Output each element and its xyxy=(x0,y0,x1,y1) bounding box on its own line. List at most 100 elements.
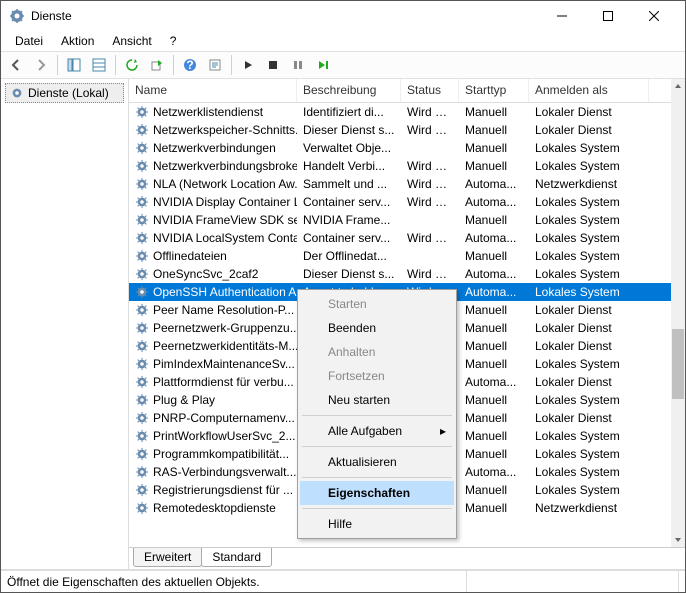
col-name[interactable]: Name xyxy=(129,79,297,102)
menu-action[interactable]: Aktion xyxy=(53,32,102,50)
cell-status: Wird au... xyxy=(401,266,459,282)
scroll-down-icon[interactable] xyxy=(671,533,685,547)
show-tree-button[interactable] xyxy=(63,54,85,76)
service-name: RAS-Verbindungsverwalt... xyxy=(153,465,296,479)
pause-service-button[interactable] xyxy=(287,54,309,76)
cell-name: RAS-Verbindungsverwalt... xyxy=(129,464,297,480)
list-view-button[interactable] xyxy=(88,54,110,76)
ctx-restart[interactable]: Neu starten xyxy=(300,388,454,412)
cell-status: Wird au... xyxy=(401,230,459,246)
menu-file[interactable]: Datei xyxy=(7,32,51,50)
export-button[interactable] xyxy=(146,54,168,76)
back-button[interactable] xyxy=(5,54,27,76)
ctx-all-tasks[interactable]: Alle Aufgaben▸ xyxy=(300,419,454,443)
cell-start: Manuell xyxy=(459,104,529,120)
cell-name: Registrierungsdienst für ... xyxy=(129,482,297,498)
table-row[interactable]: NVIDIA LocalSystem Contai...Container se… xyxy=(129,229,671,247)
stop-service-button[interactable] xyxy=(262,54,284,76)
cell-name: Netzwerklistendienst xyxy=(129,104,297,120)
ctx-resume[interactable]: Fortsetzen xyxy=(300,364,454,388)
ctx-properties[interactable]: Eigenschaften xyxy=(300,481,454,505)
menu-view[interactable]: Ansicht xyxy=(104,32,159,50)
gear-icon xyxy=(135,303,149,317)
cell-status xyxy=(401,255,459,257)
content-area: Dienste (Lokal) Name Beschreibung Status… xyxy=(1,79,685,570)
cell-logon: Lokaler Dienst xyxy=(529,374,649,390)
ctx-all-tasks-label: Alle Aufgaben xyxy=(328,424,402,438)
cell-start: Manuell xyxy=(459,248,529,264)
col-status[interactable]: Status xyxy=(401,79,459,102)
restart-service-button[interactable] xyxy=(312,54,334,76)
service-name: Offlinedateien xyxy=(153,249,227,263)
table-row[interactable]: NLA (Network Location Aw...Sammelt und .… xyxy=(129,175,671,193)
table-row[interactable]: Offlinedateien Der Offlinedat... ManuellLo… xyxy=(129,247,671,265)
service-name: NVIDIA Display Container LS xyxy=(153,195,297,209)
minimize-button[interactable] xyxy=(539,1,585,31)
cell-name: Peernetzwerk-Gruppenzu... xyxy=(129,320,297,336)
cell-logon: Lokales System xyxy=(529,392,649,408)
gear-icon xyxy=(135,483,149,497)
cell-desc: Dieser Dienst s... xyxy=(297,266,401,282)
cell-start: Manuell xyxy=(459,392,529,408)
maximize-button[interactable] xyxy=(585,1,631,31)
cell-start: Automa... xyxy=(459,374,529,390)
col-start[interactable]: Starttyp xyxy=(459,79,529,102)
ctx-stop[interactable]: Beenden xyxy=(300,316,454,340)
scroll-up-icon[interactable] xyxy=(671,79,685,93)
start-service-button[interactable] xyxy=(237,54,259,76)
forward-button[interactable] xyxy=(30,54,52,76)
cell-desc: Container serv... xyxy=(297,230,401,246)
cell-desc: Verwaltet Obje... xyxy=(297,140,401,156)
vertical-scrollbar[interactable] xyxy=(671,79,685,547)
tree-root-label: Dienste (Lokal) xyxy=(28,86,109,100)
table-row[interactable]: NetzwerkverbindungsbrokerHandelt Verbi..… xyxy=(129,157,671,175)
ctx-refresh[interactable]: Aktualisieren xyxy=(300,450,454,474)
properties-button[interactable] xyxy=(204,54,226,76)
table-row[interactable]: Netzwerkspeicher-Schnitts...Dieser Diens… xyxy=(129,121,671,139)
service-name: Plug & Play xyxy=(153,393,215,407)
ctx-start[interactable]: Starten xyxy=(300,292,454,316)
service-name: Peernetzwerk-Gruppenzu... xyxy=(153,321,297,335)
tree-pane: Dienste (Lokal) xyxy=(1,79,129,569)
toolbar: ? xyxy=(1,51,685,79)
gear-icon xyxy=(135,123,149,137)
cell-logon: Lokales System xyxy=(529,356,649,372)
cell-name: Remotedesktopdienste xyxy=(129,500,297,516)
gear-icon xyxy=(135,177,149,191)
cell-start: Manuell xyxy=(459,446,529,462)
col-desc[interactable]: Beschreibung xyxy=(297,79,401,102)
service-name: PNRP-Computernamenv... xyxy=(153,411,295,425)
scroll-thumb[interactable] xyxy=(672,329,684,399)
table-row[interactable]: NVIDIA FrameView SDK serv...NVIDIA Frame… xyxy=(129,211,671,229)
col-logon[interactable]: Anmelden als xyxy=(529,79,649,102)
cell-desc: Der Offlinedat... xyxy=(297,248,401,264)
gear-icon xyxy=(135,159,149,173)
cell-start: Automa... xyxy=(459,266,529,282)
refresh-button[interactable] xyxy=(121,54,143,76)
table-row[interactable]: NetzwerkverbindungenVerwaltet Obje...Man… xyxy=(129,139,671,157)
cell-status xyxy=(401,219,459,221)
tab-standard[interactable]: Standard xyxy=(201,548,272,567)
service-name: NVIDIA LocalSystem Contai... xyxy=(153,231,297,245)
service-name: PimIndexMaintenanceSv... xyxy=(153,357,295,371)
close-button[interactable] xyxy=(631,1,677,31)
cell-logon: Lokales System xyxy=(529,284,649,300)
table-row[interactable]: NetzwerklistendienstIdentifiziert di...W… xyxy=(129,103,671,121)
cell-status: Wird au... xyxy=(401,104,459,120)
ctx-help[interactable]: Hilfe xyxy=(300,512,454,536)
help-button[interactable]: ? xyxy=(179,54,201,76)
cell-logon: Lokaler Dienst xyxy=(529,302,649,318)
tree-root-node[interactable]: Dienste (Lokal) xyxy=(5,83,124,103)
tab-extended[interactable]: Erweitert xyxy=(133,548,202,567)
ctx-pause[interactable]: Anhalten xyxy=(300,340,454,364)
cell-name: NVIDIA LocalSystem Contai... xyxy=(129,230,297,246)
cell-logon: Lokales System xyxy=(529,248,649,264)
menu-help[interactable]: ? xyxy=(162,32,185,50)
cell-status: Wird au... xyxy=(401,122,459,138)
table-row[interactable]: OneSyncSvc_2caf2Dieser Dienst s...Wird a… xyxy=(129,265,671,283)
table-row[interactable]: NVIDIA Display Container LSContainer ser… xyxy=(129,193,671,211)
cell-name: Offlinedateien xyxy=(129,248,297,264)
cell-start: Automa... xyxy=(459,464,529,480)
view-tabs: Erweitert Standard xyxy=(129,547,685,569)
cell-status: Wird au... xyxy=(401,176,459,192)
